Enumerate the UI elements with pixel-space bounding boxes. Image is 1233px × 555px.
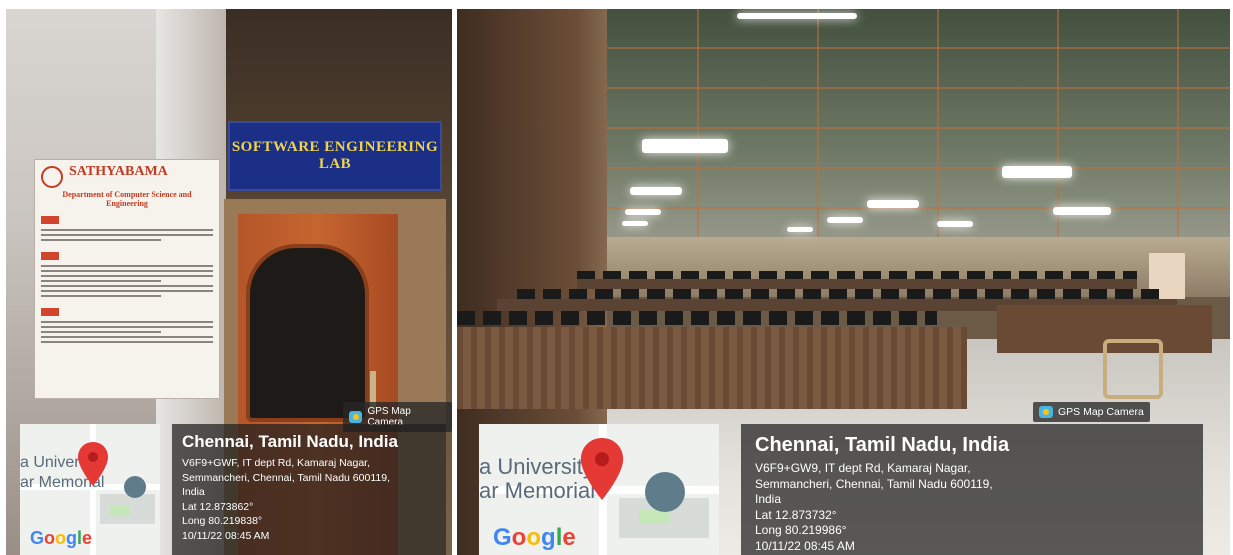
timestamp: 10/11/22 08:45 AM (755, 538, 855, 553)
longitude: Long 80.219986° (755, 523, 847, 537)
monitor-row (457, 311, 937, 325)
lab-sign-text: SOFTWARE ENGINEERING LAB (231, 139, 439, 172)
poster-department: Department of Computer Science and Engin… (62, 190, 192, 208)
left-photo: SOFTWARE ENGINEERING LAB SATHYABAMA Depa… (6, 9, 452, 555)
poster-text-line (41, 229, 213, 231)
gps-camera-icon (1039, 406, 1053, 418)
location-info-card: Chennai, Tamil Nadu, India V6F9+GWF, IT … (172, 424, 446, 555)
location-info-card: Chennai, Tamil Nadu, India V6F9+GW9, IT … (741, 424, 1203, 555)
desk-row (577, 279, 1137, 289)
poster-brand: SATHYABAMA (69, 164, 168, 179)
poster-text-line (41, 326, 213, 328)
ceiling-light (1053, 207, 1111, 215)
monitor-row (517, 289, 1167, 299)
gps-map-camera-badge: GPS Map Camera (1033, 402, 1150, 422)
address-line: Semmancheri, Chennai, Tamil Nadu 600119, (182, 471, 390, 484)
ceiling-light (867, 200, 919, 208)
map-green-area (639, 510, 669, 524)
poster-section-marker (41, 216, 60, 224)
ceiling-light (787, 227, 813, 232)
poster-text-line (41, 285, 213, 287)
poster-section-marker (41, 252, 60, 260)
poster-text-line (41, 290, 213, 292)
location-city: Chennai, Tamil Nadu, India (755, 434, 1010, 456)
poster-text-line (41, 321, 213, 323)
google-logo: Google (493, 524, 576, 551)
poster-text-line (41, 239, 162, 241)
ceiling-light (630, 187, 682, 195)
poster-text-line (41, 336, 213, 338)
poster-text-line (41, 280, 162, 282)
google-logo: Google (30, 528, 93, 548)
ceiling-light (642, 139, 728, 153)
location-pin-icon (580, 438, 624, 500)
latitude: Lat 12.873862° (182, 500, 254, 513)
door-window (246, 244, 369, 422)
longitude: Long 80.219838° (182, 515, 263, 527)
front-desk-row (457, 327, 967, 409)
poster-text-line (41, 295, 162, 297)
poster-text-line (41, 331, 162, 333)
poster-section-marker (41, 308, 60, 316)
university-marker-icon (124, 476, 146, 498)
vision-mission-poster: SATHYABAMA Department of Computer Scienc… (34, 159, 220, 399)
address-line: India (182, 486, 205, 498)
map-green-area (110, 506, 130, 516)
location-pin-icon (78, 442, 108, 486)
address-line: Semmancheri, Chennai, Tamil Nadu 600119, (755, 476, 993, 491)
gps-camera-icon (349, 411, 363, 423)
poster-text-line (41, 275, 213, 277)
map-thumbnail: a University ar Memorial Google (479, 424, 719, 555)
lab-sign: SOFTWARE ENGINEERING LAB (228, 121, 442, 191)
poster-text-line (41, 341, 213, 343)
university-logo (41, 166, 63, 188)
ceiling-light (937, 221, 973, 227)
poster-text-line (41, 234, 213, 236)
gps-badge-label: GPS Map Camera (1058, 406, 1144, 418)
latitude: Lat 12.873732° (755, 507, 837, 522)
poster-text-line (41, 265, 213, 267)
location-city: Chennai, Tamil Nadu, India (182, 432, 398, 451)
address-line: V6F9+GW9, IT dept Rd, Kamaraj Nagar, (755, 461, 971, 475)
chair (1103, 339, 1163, 399)
timestamp: 10/11/22 08:45 AM (182, 529, 270, 542)
ceiling-light (622, 221, 648, 226)
right-photo: GPS Map Camera a University ar Memorial … (457, 9, 1230, 555)
map-thumbnail: a University ar Memorial Google (20, 424, 160, 555)
poster-text-line (41, 270, 213, 272)
ceiling-light (827, 217, 863, 223)
address-line: V6F9+GWF, IT dept Rd, Kamaraj Nagar, (182, 457, 371, 469)
ceiling-light (625, 209, 661, 215)
university-marker-icon (645, 472, 685, 512)
address-line: India (755, 492, 782, 506)
ceiling-light (737, 13, 857, 19)
ceiling-light (1002, 166, 1072, 178)
